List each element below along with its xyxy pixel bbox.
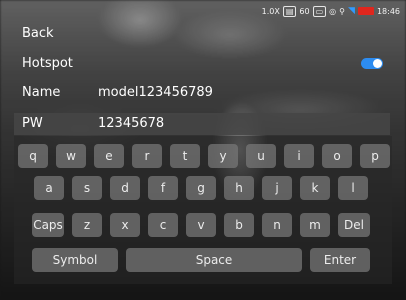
battery-icon — [357, 7, 374, 15]
key-z[interactable]: z — [72, 213, 102, 237]
key-r[interactable]: r — [132, 144, 162, 168]
key-p[interactable]: p — [360, 144, 390, 168]
fps-value: 60 — [299, 6, 310, 16]
key-e[interactable]: e — [94, 144, 124, 168]
key-c[interactable]: c — [148, 213, 178, 237]
status-bar: 1.0X ▤ 60 ▭ ◎ ⚲ ◥ 18:46 — [262, 4, 400, 18]
back-button[interactable]: Back — [22, 26, 54, 42]
storage-icon: ▭ — [312, 5, 327, 17]
key-w[interactable]: w — [56, 144, 86, 168]
key-m[interactable]: m — [300, 213, 330, 237]
clock: 18:46 — [376, 6, 400, 16]
zoom-level: 1.0X — [261, 6, 280, 16]
password-value: 12345678 — [98, 116, 165, 131]
key-a[interactable]: a — [34, 176, 64, 200]
enter-key[interactable]: Enter — [310, 248, 370, 272]
key-i[interactable]: i — [284, 144, 314, 168]
key-d[interactable]: d — [110, 176, 140, 200]
key-x[interactable]: x — [110, 213, 140, 237]
key-o[interactable]: o — [322, 144, 352, 168]
hotspot-label: Hotspot — [22, 56, 73, 71]
password-label: PW — [22, 116, 43, 131]
frame-rate-icon: ▤ — [282, 5, 297, 17]
key-q[interactable]: q — [18, 144, 48, 168]
record-icon: ◎ — [329, 6, 337, 16]
key-h[interactable]: h — [224, 176, 254, 200]
key-f[interactable]: f — [148, 176, 178, 200]
wifi-icon: ◥ — [348, 6, 355, 16]
key-t[interactable]: t — [170, 144, 200, 168]
screen: 1.0X ▤ 60 ▭ ◎ ⚲ ◥ 18:46 Back Hotspot Nam… — [0, 0, 406, 300]
key-l[interactable]: l — [338, 176, 368, 200]
password-field[interactable]: PW 12345678 — [14, 113, 390, 135]
name-value: model123456789 — [98, 85, 213, 100]
symbol-key[interactable]: Symbol — [32, 248, 118, 272]
caps-key[interactable]: Caps — [32, 213, 64, 237]
key-v[interactable]: v — [186, 213, 216, 237]
key-s[interactable]: s — [72, 176, 102, 200]
hotspot-toggle[interactable] — [361, 58, 383, 69]
key-u[interactable]: u — [246, 144, 276, 168]
key-j[interactable]: j — [262, 176, 292, 200]
onscreen-keyboard: q w e r t y u i o p a s d f g h j k l Ca… — [14, 136, 392, 284]
key-k[interactable]: k — [300, 176, 330, 200]
delete-key[interactable]: Del — [338, 213, 370, 237]
key-g[interactable]: g — [186, 176, 216, 200]
key-y[interactable]: y — [208, 144, 238, 168]
key-n[interactable]: n — [262, 213, 292, 237]
name-label: Name — [22, 85, 61, 100]
name-field[interactable]: Name model123456789 — [22, 85, 392, 101]
space-key[interactable]: Space — [126, 248, 302, 272]
key-b[interactable]: b — [224, 213, 254, 237]
location-icon: ⚲ — [339, 6, 346, 16]
